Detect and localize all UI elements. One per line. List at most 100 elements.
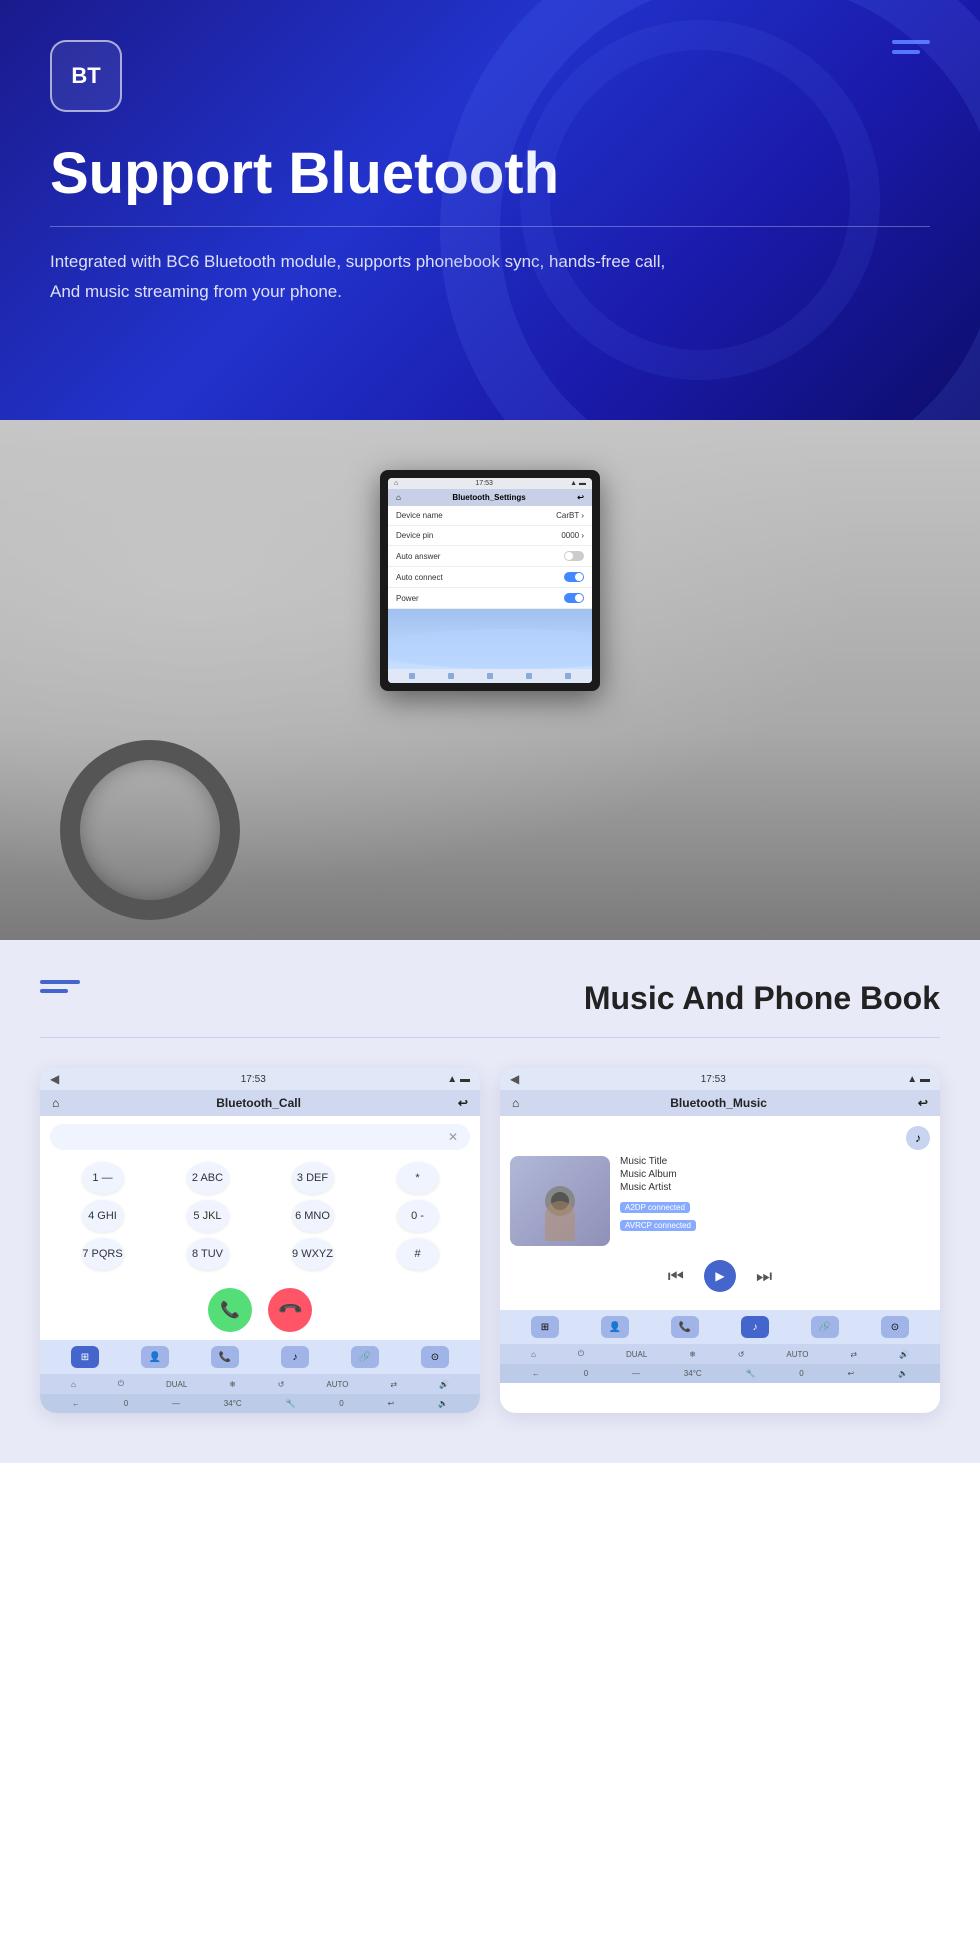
- music-prev-btn[interactable]: ⏮: [668, 1266, 684, 1287]
- dialpad-row-3: 7 PQRS 8 TUV 9 WXYZ #: [50, 1238, 470, 1270]
- call-nav-grid[interactable]: ⊞: [71, 1346, 99, 1368]
- music-next-btn[interactable]: ⏭: [756, 1266, 772, 1287]
- call-home-icon[interactable]: ⌂: [52, 1096, 59, 1110]
- music-menu-line-1: [40, 980, 80, 984]
- call-actions: 📞 📞: [40, 1280, 480, 1340]
- music-back-btn[interactable]: ↩: [918, 1096, 928, 1110]
- sys2-slider[interactable]: —: [172, 1399, 180, 1408]
- dialpad-row-1: 1 — 2 ABC 3 DEF *: [50, 1162, 470, 1194]
- sys-home[interactable]: ⌂: [71, 1380, 76, 1389]
- call-header: ⌂ Bluetooth_Call ↩: [40, 1090, 480, 1116]
- music-screen-card: ◀ 17:53 ▲ ▬ ⌂ Bluetooth_Music ↩ ♪: [500, 1068, 940, 1413]
- sys-auto: AUTO: [326, 1380, 348, 1389]
- music-nav-contacts[interactable]: 👤: [601, 1316, 629, 1338]
- cs-nav-item-3[interactable]: [487, 673, 493, 679]
- sys-snowflake[interactable]: ❄: [229, 1380, 236, 1389]
- cs-label-device-pin: Device pin: [396, 531, 433, 540]
- cs-toggle-power[interactable]: [564, 593, 584, 603]
- album-figure: [545, 1201, 575, 1241]
- music-note-icon: ♪: [906, 1126, 930, 1150]
- dial-key-0[interactable]: 0 -: [397, 1200, 439, 1232]
- dial-key-2[interactable]: 2 ABC: [187, 1162, 229, 1194]
- sys2-icon: 🔧: [285, 1399, 295, 1408]
- music-header: Music And Phone Book: [40, 980, 940, 1017]
- music-header-bar: ⌂ Bluetooth_Music ↩: [500, 1090, 940, 1116]
- call-clear-btn[interactable]: ✕: [448, 1130, 458, 1144]
- cs-home-icon: ⌂: [394, 480, 398, 487]
- dial-key-5[interactable]: 5 JKL: [187, 1200, 229, 1232]
- dial-key-4[interactable]: 4 GHI: [82, 1200, 124, 1232]
- dial-key-6[interactable]: 6 MNO: [292, 1200, 334, 1232]
- music-back-arrow[interactable]: ◀: [510, 1072, 519, 1086]
- dial-key-1[interactable]: 1 —: [82, 1162, 124, 1194]
- music-nav-music[interactable]: ♪: [741, 1316, 769, 1338]
- call-system-bar: ⌂ ⏻ DUAL ❄ ↺ AUTO ⇄ 🔊: [40, 1374, 480, 1394]
- cs-nav-item-2[interactable]: [448, 673, 454, 679]
- sys2-temp-val: 34°C: [224, 1399, 242, 1408]
- music-controls: ⏮ ▶ ⏭: [510, 1252, 930, 1300]
- msys2-0: 0: [584, 1369, 588, 1378]
- msys2-vol[interactable]: 🔈: [898, 1369, 908, 1378]
- call-end-btn[interactable]: 📞: [259, 1279, 321, 1341]
- dial-key-7[interactable]: 7 PQRS: [82, 1238, 124, 1270]
- call-answer-btn[interactable]: 📞: [208, 1288, 252, 1332]
- msys-power[interactable]: ⏻: [578, 1349, 584, 1359]
- cs-toggle-auto-answer[interactable]: [564, 551, 584, 561]
- dial-key-8[interactable]: 8 TUV: [187, 1238, 229, 1270]
- cs-toggle-auto-connect[interactable]: [564, 572, 584, 582]
- sys2-back[interactable]: ←: [72, 1399, 80, 1408]
- cs-nav-item-1[interactable]: [409, 673, 415, 679]
- call-nav-phone[interactable]: 📞: [211, 1346, 239, 1368]
- cs-label-power: Power: [396, 594, 419, 603]
- sys-volume[interactable]: 🔊: [439, 1380, 449, 1389]
- call-bottom-nav: ⊞ 👤 📞 ♪ 🔗 ⊙: [40, 1340, 480, 1374]
- call-nav-contacts[interactable]: 👤: [141, 1346, 169, 1368]
- cs-nav-item-5[interactable]: [565, 673, 571, 679]
- cs-nav-item-4[interactable]: [526, 673, 532, 679]
- sys2-val2: 0: [339, 1399, 343, 1408]
- call-topbar-icons: ▲ ▬: [447, 1074, 470, 1085]
- call-input-field[interactable]: ✕: [50, 1124, 470, 1150]
- call-back-arrow[interactable]: ◀: [50, 1072, 59, 1086]
- bt-logo: BT: [50, 40, 122, 112]
- msys-arrows[interactable]: ⇄: [850, 1350, 857, 1359]
- msys2-back[interactable]: ←: [532, 1369, 540, 1378]
- hamburger-line-2: [892, 50, 920, 54]
- cs-label-device-name: Device name: [396, 511, 443, 520]
- music-home-icon[interactable]: ⌂: [512, 1096, 519, 1110]
- dial-key-hash[interactable]: #: [397, 1238, 439, 1270]
- call-header-title: Bluetooth_Call: [216, 1096, 301, 1110]
- cs-header-title: Bluetooth_Settings: [452, 493, 525, 502]
- music-bottom-nav: ⊞ 👤 📞 ♪ 🔗 ⊙: [500, 1310, 940, 1344]
- call-nav-link[interactable]: 🔗: [351, 1346, 379, 1368]
- dial-key-9[interactable]: 9 WXYZ: [292, 1238, 334, 1270]
- music-nav-grid[interactable]: ⊞: [531, 1316, 559, 1338]
- call-system-bar-2: ← 0 — 34°C 🔧 0 ↩ 🔈: [40, 1394, 480, 1413]
- msys2-val2: 0: [799, 1369, 803, 1378]
- music-player-area: Music Title Music Album Music Artist A2D…: [510, 1156, 930, 1246]
- music-play-btn[interactable]: ▶: [704, 1260, 736, 1292]
- music-nav-phone[interactable]: 📞: [671, 1316, 699, 1338]
- cs-row-auto-connect: Auto connect: [388, 567, 592, 588]
- dialpad-row-2: 4 GHI 5 JKL 6 MNO 0 -: [50, 1200, 470, 1232]
- sys-arrows[interactable]: ⇄: [390, 1380, 397, 1389]
- msys-home[interactable]: ⌂: [531, 1350, 536, 1359]
- hamburger-menu[interactable]: [892, 40, 930, 54]
- music-menu-icon[interactable]: [40, 980, 80, 993]
- call-nav-music[interactable]: ♪: [281, 1346, 309, 1368]
- msys2-temp-val: 34°C: [684, 1369, 702, 1378]
- dial-key-3[interactable]: 3 DEF: [292, 1162, 334, 1194]
- msys-snowflake[interactable]: ❄: [689, 1350, 696, 1359]
- cs-home-btn[interactable]: ⌂: [396, 493, 401, 502]
- music-nav-target[interactable]: ⊙: [881, 1316, 909, 1338]
- dialpad: 1 — 2 ABC 3 DEF * 4 GHI 5 JKL 6 MNO 0 - …: [40, 1158, 480, 1280]
- sys-power[interactable]: ⏻: [118, 1379, 124, 1389]
- call-back-btn[interactable]: ↩: [458, 1096, 468, 1110]
- sys2-vol[interactable]: 🔈: [438, 1399, 448, 1408]
- cs-back-btn[interactable]: ↩: [577, 493, 584, 502]
- dial-key-star[interactable]: *: [397, 1162, 439, 1194]
- call-nav-target[interactable]: ⊙: [421, 1346, 449, 1368]
- music-nav-link[interactable]: 🔗: [811, 1316, 839, 1338]
- msys-volume[interactable]: 🔊: [899, 1350, 909, 1359]
- msys2-slider[interactable]: —: [632, 1369, 640, 1378]
